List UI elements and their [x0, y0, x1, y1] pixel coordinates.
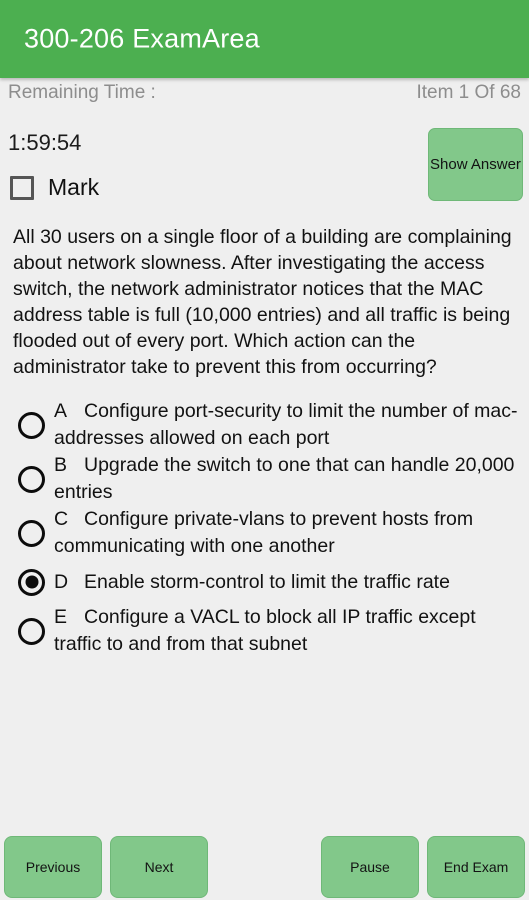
bottom-bar: Previous Next Pause End Exam: [0, 822, 529, 900]
previous-button[interactable]: Previous: [4, 836, 102, 898]
question-text: All 30 users on a single floor of a buil…: [13, 226, 512, 378]
option-letter: E: [54, 606, 68, 628]
timer-value: 1:59:54: [8, 130, 82, 155]
page-title: 300-206 ExamArea: [24, 23, 260, 54]
option-radio-d[interactable]: [18, 568, 45, 596]
option-letter: A: [54, 400, 68, 422]
option-text: A Configure port-security to limit the nu…: [54, 398, 523, 452]
mark-label: Mark: [48, 174, 100, 200]
option-row[interactable]: B Upgrade the switch to one that can hand…: [0, 452, 529, 506]
option-body: Enable storm-control to limit the traffi…: [84, 570, 450, 593]
option-row[interactable]: E Configure a VACL to block all IP traffi…: [0, 604, 529, 658]
app-bar: 300-206 ExamArea: [0, 0, 529, 78]
option-row[interactable]: D Enable storm-control to limit the traff…: [0, 560, 529, 604]
option-text: D Enable storm-control to limit the traff…: [54, 569, 523, 596]
option-body: Configure private-vlans to prevent hosts…: [54, 508, 474, 557]
option-radio-b[interactable]: [18, 465, 45, 493]
show-answer-button[interactable]: Show Answer: [428, 128, 523, 201]
end-exam-button[interactable]: End Exam: [427, 836, 525, 898]
option-text: B Upgrade the switch to one that can hand…: [54, 452, 523, 506]
option-body: Upgrade the switch to one that can handl…: [54, 454, 515, 503]
pause-button[interactable]: Pause: [321, 836, 419, 898]
option-row[interactable]: C Configure private-vlans to prevent host…: [0, 506, 529, 560]
status-row: Remaining Time : Item 1 Of 68: [0, 78, 529, 112]
options-list: A Configure port-security to limit the nu…: [0, 398, 529, 658]
option-radio-a[interactable]: [18, 411, 45, 439]
option-text: E Configure a VACL to block all IP traffi…: [54, 604, 523, 658]
item-counter: Item 1 Of 68: [416, 82, 521, 103]
mark-checkbox-row[interactable]: Mark: [10, 174, 99, 201]
option-text: C Configure private-vlans to prevent host…: [54, 506, 523, 560]
option-body: Configure a VACL to block all IP traffic…: [54, 606, 476, 655]
option-letter: D: [54, 570, 69, 593]
option-letter: B: [54, 454, 68, 476]
option-radio-c[interactable]: [18, 519, 45, 547]
mark-checkbox[interactable]: [10, 175, 34, 200]
option-row[interactable]: A Configure port-security to limit the nu…: [0, 398, 529, 452]
option-body: Configure port-security to limit the num…: [54, 400, 518, 449]
next-button[interactable]: Next: [110, 836, 208, 898]
remaining-time-label: Remaining Time :: [8, 82, 156, 103]
option-radio-e[interactable]: [18, 617, 45, 645]
option-letter: C: [54, 508, 69, 530]
